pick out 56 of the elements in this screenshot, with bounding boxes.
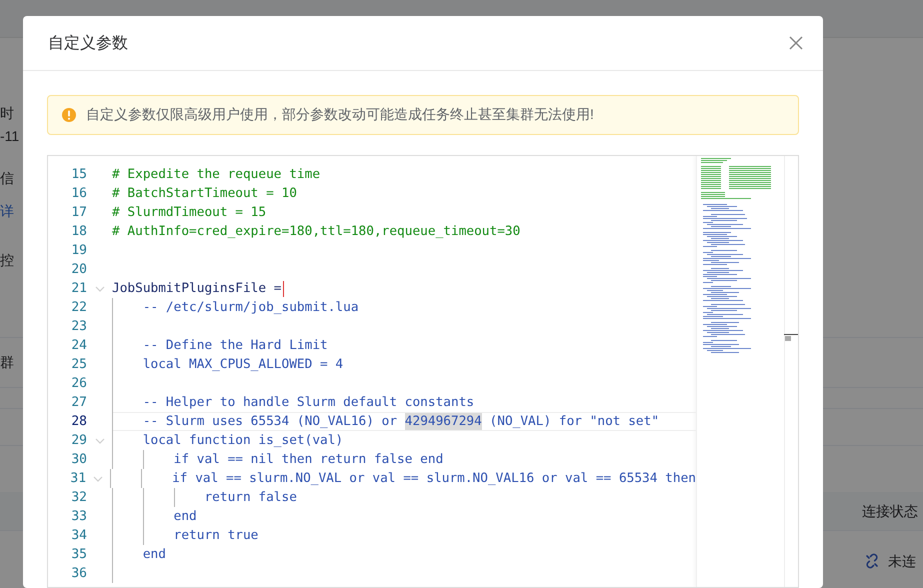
code-text: -- /etc/slurm/job_submit.lua (142, 299, 359, 316)
line-number: 19 (70, 243, 87, 258)
line-number: 18 (70, 224, 87, 239)
line-number: 24 (70, 338, 87, 353)
code-text: # SlurmdTimeout = 15 (112, 204, 266, 221)
code-text: end (142, 546, 166, 563)
page-text: 群 (0, 353, 14, 372)
code-text: # AuthInfo=cred_expire=180,ttl=180,requeue_timeout=30 (112, 223, 520, 240)
line-number: 30 (70, 452, 87, 467)
line-number: 23 (70, 319, 87, 334)
code-text: if val == slurm.NO_VAL or val == slurm.NO_VAL16 or val == 65534 then (171, 470, 696, 487)
line-number: 35 (70, 547, 87, 562)
line-number: 36 (70, 566, 87, 581)
page-text: 时 (0, 104, 14, 123)
page-text: 信 (0, 169, 14, 188)
line-number: 27 (70, 395, 87, 410)
warning-icon (61, 107, 77, 123)
line-number: 29 (70, 433, 87, 448)
code-text: JobSubmitPluginsFile = (112, 280, 282, 297)
line-number: 22 (70, 300, 87, 315)
code-text: (NO_VAL) for "not set" (488, 413, 660, 430)
line-number: 33 (70, 509, 87, 524)
code-text: return false (203, 489, 297, 506)
page-text: 控 (0, 251, 14, 270)
line-number: 25 (70, 357, 87, 372)
details-link[interactable]: 详 (0, 201, 14, 221)
line-number: 28 (70, 414, 87, 429)
line-number: 32 (70, 490, 87, 505)
line-number: 26 (70, 376, 87, 391)
line-number: 20 (70, 262, 87, 277)
code-text: local MAX_CPUS_ALLOWED = 4 (142, 356, 344, 373)
scrollbar[interactable] (784, 156, 798, 587)
code-text: -- Helper to handle Slurm default constants (142, 394, 474, 411)
line-number: 21 (70, 281, 87, 296)
close-button[interactable] (789, 36, 803, 50)
code-text: if val == nil then return false end (172, 451, 444, 468)
line-number: 15 (70, 167, 87, 182)
warning-text: 自定义参数仅限高级用户使用，部分参数改动可能造成任务终止甚至集群无法使用! (86, 106, 594, 124)
code-text: end (172, 508, 197, 525)
selected-text: 4294967294 (404, 413, 482, 430)
code-text: -- Define the Hard Limit (142, 337, 328, 354)
line-number: 34 (70, 528, 87, 543)
column-header: 连接状态 (862, 502, 918, 521)
line-number: 31 (69, 471, 86, 486)
code-text: return true (172, 527, 258, 544)
status-text: 未连 (888, 552, 916, 571)
line-number: 17 (70, 205, 87, 220)
dialog-title: 自定义参数 (48, 34, 128, 54)
code-text: # BatchStartTimeout = 10 (112, 185, 297, 202)
broken-link-icon (864, 553, 880, 569)
page-text: -11 (0, 127, 20, 146)
code-text: # Expedite the requeue time (112, 166, 320, 183)
line-number: 16 (70, 186, 87, 201)
code-text: local function is_set(val) (142, 432, 344, 449)
code-text: -- Slurm uses 65534 (NO_VAL16) or (142, 413, 398, 430)
code-editor[interactable] (47, 155, 799, 588)
